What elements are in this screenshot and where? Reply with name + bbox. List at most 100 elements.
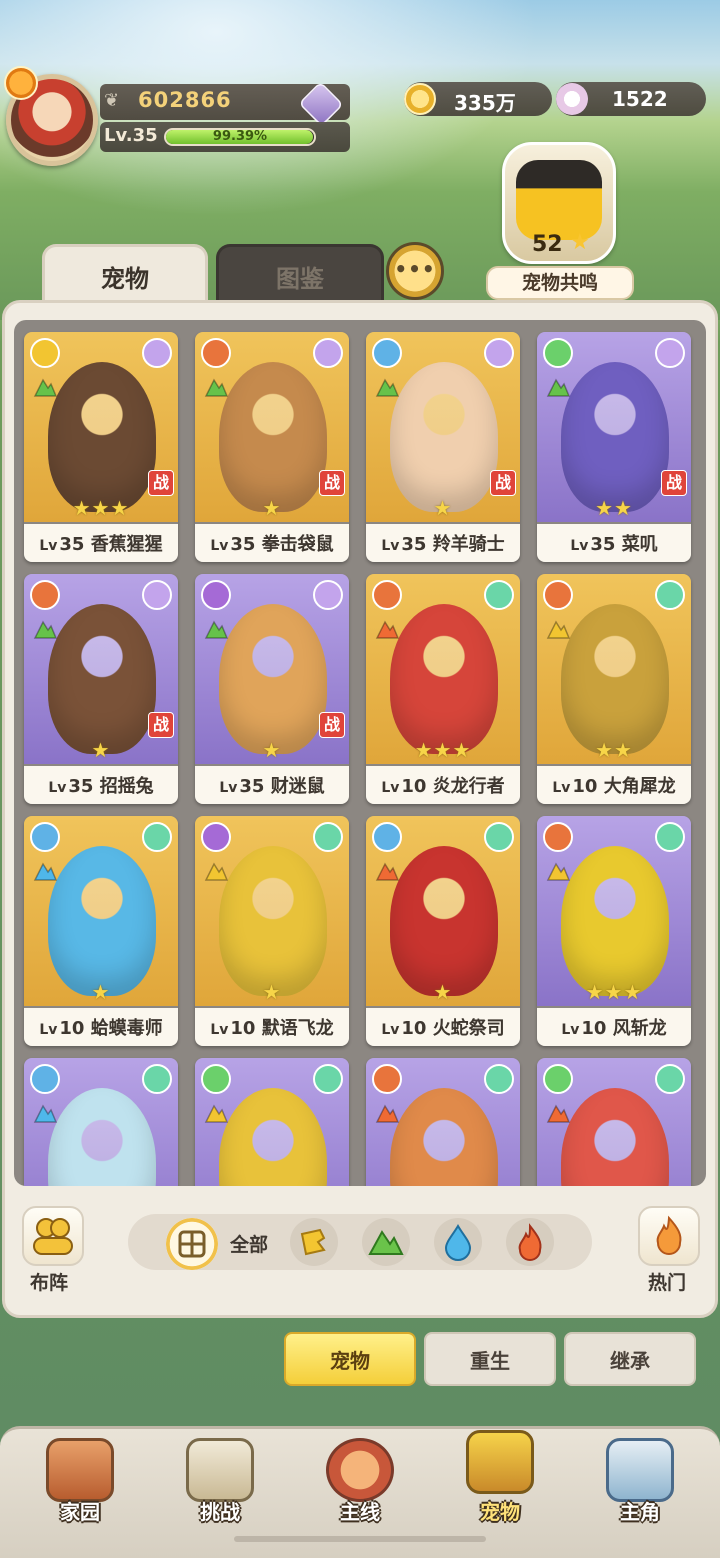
pet-stars: ★ [433,496,453,520]
pet-lv-prefix: Lv [381,1022,400,1038]
pet-name-plate: Lv 10 大角犀龙 [537,766,691,804]
pet-level: 10 [572,776,604,797]
paw-icon [313,338,343,368]
paw-icon [313,580,343,610]
pet-level: 10 [401,1018,433,1039]
sub-tab-rebirth[interactable]: 重生 [424,1332,556,1386]
pet-element-icon [375,862,400,881]
sub-tab-inherit[interactable]: 继承 [564,1332,696,1386]
pet-role-icon [372,580,402,610]
pet-card[interactable]: ★ Lv 10 默语飞龙 [195,816,349,1046]
hot-label: 热门 [648,1272,687,1294]
pet-stars: ★ [91,980,111,1004]
paw-icon [484,580,514,610]
pet-creature-image [561,604,669,754]
exp-bar: 99.39% [164,128,316,146]
pet-name-text: 拳击袋鼠 [261,534,334,555]
tab-codex[interactable]: 图鉴 [216,244,384,308]
battle-tag: 战 [490,470,516,496]
resonance-label: 宠物共鸣 [486,266,634,300]
pet-card[interactable]: 战 ★ Lv 35 财迷鼠 [195,574,349,804]
pet-stars: ★ [433,980,453,1004]
pet-card[interactable]: ★ Lv 10 蛤蟆毒师 [24,816,178,1046]
flame-icon [656,1215,682,1255]
pet-card[interactable]: 战 ★★★ Lv 35 香蕉猩猩 [24,332,178,562]
pet-card[interactable]: 战 ★ Lv 35 招摇兔 [24,574,178,804]
pet-card[interactable]: ★ Lv 10 火蛇祭司 [366,816,520,1046]
paw-icon [655,580,685,610]
pet-stars: ★★★ [414,738,472,762]
battle-tag: 战 [148,712,174,738]
nav-pets-label: 宠物 [480,1500,520,1524]
filter-water-button[interactable] [434,1218,482,1266]
pet-level: 35 [230,534,262,555]
paw-icon [313,822,343,852]
formation-button[interactable] [22,1206,84,1266]
pet-name: Lv 35 财迷鼠 [195,772,349,798]
pet-role-icon [30,822,60,852]
pet-card[interactable] [366,1058,520,1186]
shell-icon [556,83,588,115]
pet-role-icon [543,1064,573,1094]
pet-creature-image [219,846,327,996]
pet-element-icon [33,1104,58,1123]
pet-card[interactable] [537,1058,691,1186]
pet-card[interactable] [195,1058,349,1186]
pet-creature-image [219,362,327,512]
pet-card[interactable]: ★★★ Lv 10 炎龙行者 [366,574,520,804]
pet-element-icon [33,620,58,639]
fire-type-icon [518,1223,542,1261]
nav-hero[interactable]: 主角 [580,1430,700,1540]
pet-card[interactable] [24,1058,178,1186]
nav-mainline[interactable]: 主线 [300,1430,420,1540]
pet-name-text: 菜叽 [621,534,658,555]
pet-name-text: 风斩龙 [612,1018,667,1039]
pet-portrait: 战 ★ [195,332,349,522]
tab-pets[interactable]: 宠物 [42,244,208,308]
pet-card[interactable]: 战 ★ Lv 35 羚羊骑士 [366,332,520,562]
nav-mainline-label: 主线 [340,1500,380,1524]
pet-creature-image [390,362,498,512]
pet-creature-image [48,604,156,754]
pet-card[interactable]: 战 ★★ Lv 35 菜叽 [537,332,691,562]
pet-role-icon [201,580,231,610]
pet-name-text: 羚羊骑士 [432,534,505,555]
pet-level: 35 [239,776,271,797]
water-type-icon [444,1224,472,1261]
pet-creature-image [561,362,669,512]
pet-name: Lv 10 风斩龙 [537,1014,691,1040]
pet-portrait: 战 ★ [24,574,178,764]
pet-element-icon [33,862,58,881]
filter-all-button[interactable] [166,1218,218,1270]
pet-level: 35 [590,534,622,555]
pet-card[interactable]: ★★★ Lv 10 风斩龙 [537,816,691,1046]
pet-role-icon [30,580,60,610]
filter-fire-button[interactable] [506,1218,554,1266]
pet-element-icon [204,1104,229,1123]
gold-coin-icon [404,83,436,115]
home-indicator [234,1536,486,1542]
pet-grid[interactable]: 战 ★★★ Lv 35 香蕉猩猩战 ★ Lv 35 拳击袋鼠战 ★ Lv 35 羚羊骑士战 ★★ Lv… [14,320,706,1186]
pet-card[interactable]: 战 ★ Lv 35 拳击袋鼠 [195,332,349,562]
filter-earth-button[interactable] [290,1218,338,1266]
pet-level: 10 [230,1018,262,1039]
paw-icon [142,1064,172,1094]
pet-name: Lv 10 火蛇祭司 [366,1014,520,1040]
pet-resonance-button[interactable]: 52 ★ 宠物共鸣 [482,142,638,302]
nav-challenge[interactable]: 挑战 [160,1430,280,1540]
nav-pets[interactable]: 宠物 [440,1430,560,1540]
hot-button[interactable] [638,1206,700,1266]
pet-level: 10 [581,1018,613,1039]
pet-card[interactable]: ★★ Lv 10 大角犀龙 [537,574,691,804]
sub-tab-pets[interactable]: 宠物 [284,1332,416,1386]
pet-name-plate: Lv 35 羚羊骑士 [366,524,520,562]
pet-name: Lv 35 菜叽 [537,530,691,556]
pet-lv-prefix: Lv [219,780,238,796]
pet-level: 35 [68,776,100,797]
pet-stars: ★ [262,496,282,520]
nav-home[interactable]: 家园 [20,1430,140,1540]
filter-grass-button[interactable] [362,1218,410,1266]
pet-name-plate: Lv 35 招摇兔 [24,766,178,804]
chat-button[interactable]: ••• [386,242,444,300]
paw-icon [484,1064,514,1094]
